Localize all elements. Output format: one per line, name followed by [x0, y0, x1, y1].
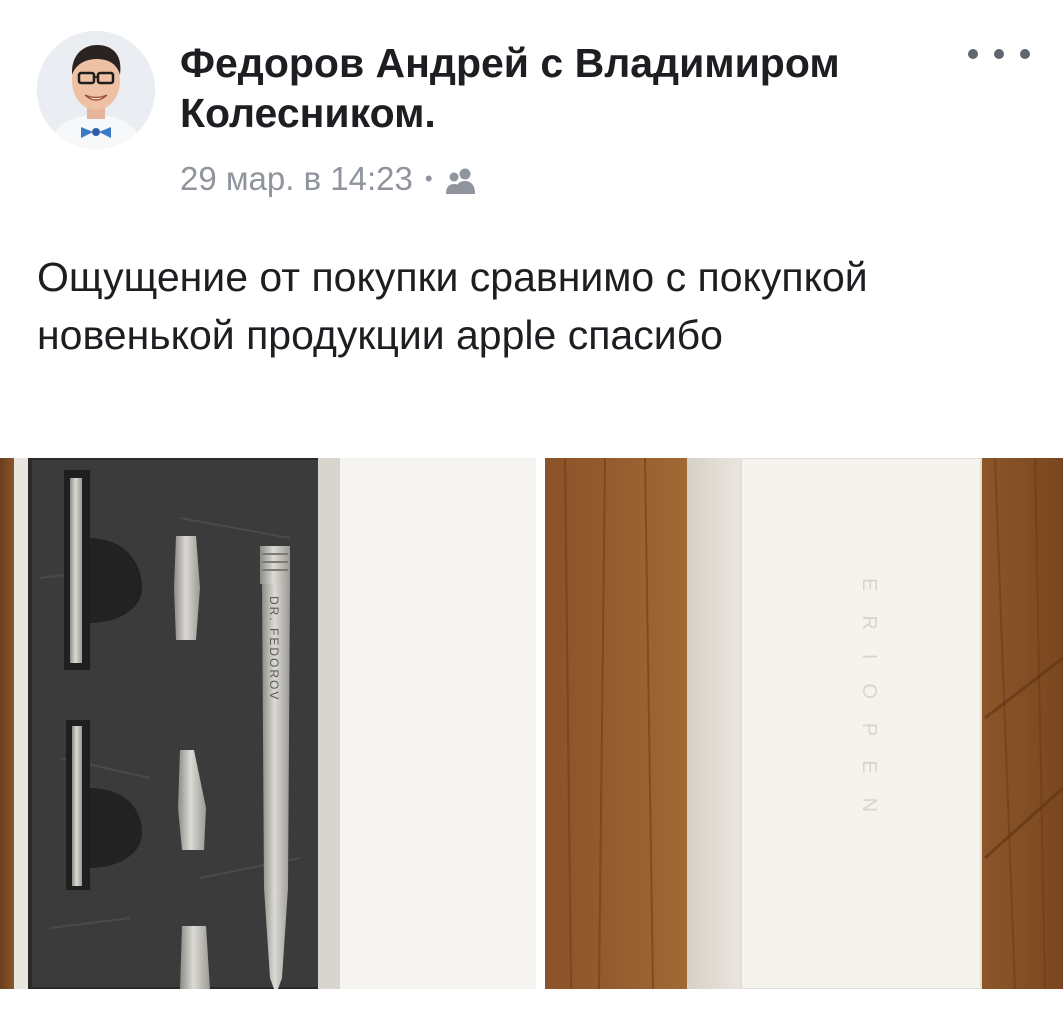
post-author-line[interactable]: Федоров Андрей с Владимиром Колесником.	[180, 38, 940, 138]
post-text: Ощущение от покупки сравнимо с покупкой …	[37, 254, 868, 358]
avatar-photo	[37, 31, 155, 149]
box-embossing: ERIOPEN	[858, 578, 880, 836]
post-date[interactable]: 29 мар. в 14:23	[180, 160, 413, 198]
meta-separator: •	[424, 166, 433, 191]
more-options-icon[interactable]	[968, 36, 1030, 72]
avatar[interactable]	[37, 31, 155, 149]
pen-engraving: DR. FEDOROV	[267, 596, 281, 701]
post-meta: 29 мар. в 14:23 •	[180, 159, 479, 199]
photo-pen-case[interactable]: DR. FEDOROV	[0, 458, 536, 989]
photo-white-box[interactable]: ERIOPEN	[545, 458, 1063, 989]
friends-icon[interactable]	[445, 165, 479, 194]
